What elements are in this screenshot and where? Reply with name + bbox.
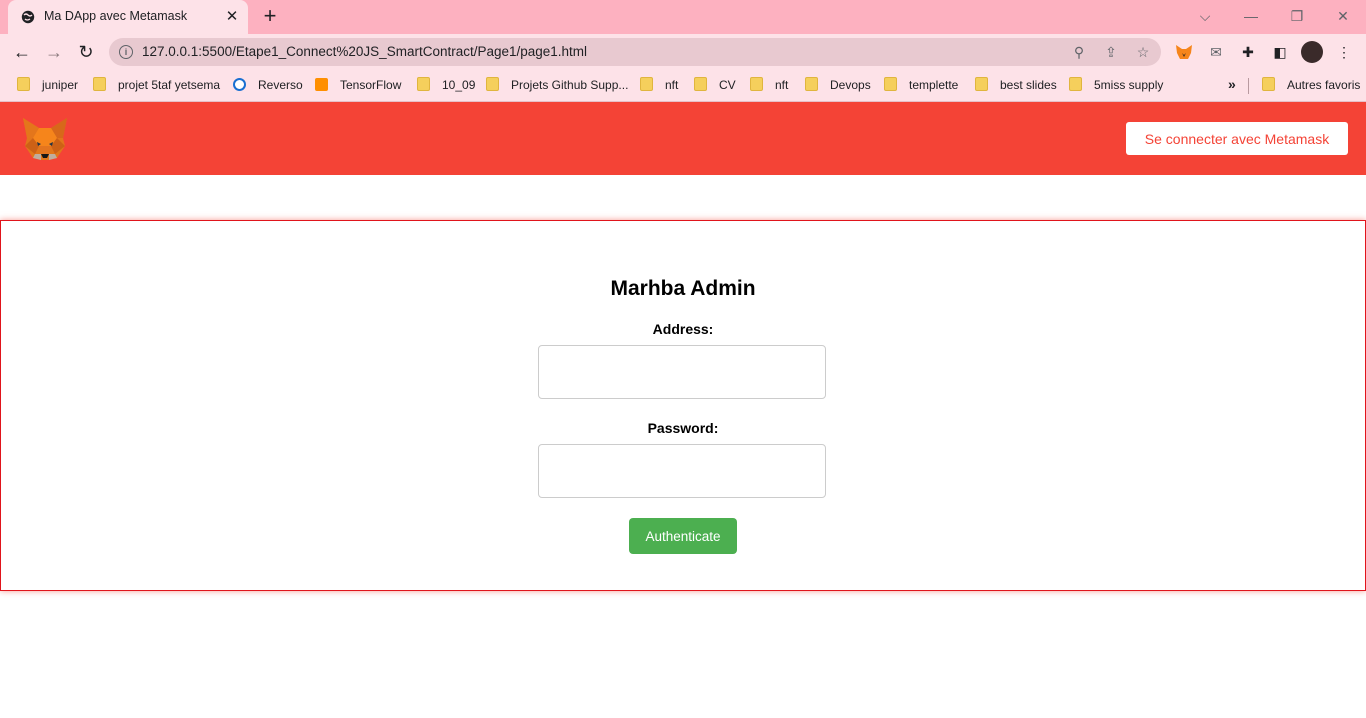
bookmark-item[interactable]: Projets Github Supp... <box>486 77 628 93</box>
folder-icon <box>975 77 988 91</box>
folder-icon <box>1069 77 1082 91</box>
metamask-extension-icon[interactable] <box>1173 41 1195 63</box>
folder-icon <box>640 77 653 91</box>
forward-icon[interactable]: → <box>42 40 66 64</box>
browser-toolbar: ← → ↻ i 127.0.0.1:5500/Etape1_Connect%20… <box>0 34 1366 70</box>
other-bookmarks[interactable]: Autres favoris <box>1262 77 1360 93</box>
close-window-icon[interactable]: ✕ <box>1333 6 1353 26</box>
extensions-puzzle-icon[interactable]: ✚ <box>1237 41 1259 63</box>
bookmark-item[interactable]: 5miss supply <box>1069 77 1163 93</box>
folder-icon <box>805 77 818 91</box>
bookmarks-divider <box>1248 78 1249 94</box>
site-info-icon[interactable]: i <box>119 45 133 59</box>
bookmark-item[interactable]: best slides <box>975 77 1057 93</box>
bookmark-item[interactable]: TensorFlow <box>315 77 401 93</box>
tab-title: Ma DApp avec Metamask <box>44 9 188 23</box>
share-icon[interactable]: ⇪ <box>1102 43 1120 61</box>
connect-metamask-button[interactable]: Se connecter avec Metamask <box>1126 122 1348 155</box>
folder-icon <box>1262 77 1275 91</box>
folder-icon <box>694 77 707 91</box>
bookmarks-overflow-button[interactable]: » <box>1228 76 1236 92</box>
mail-extension-icon[interactable]: ✉ <box>1205 41 1227 63</box>
bookmark-item[interactable]: Reverso <box>233 77 303 93</box>
profile-avatar[interactable] <box>1301 41 1323 63</box>
new-tab-button[interactable]: + <box>259 5 281 28</box>
metamask-fox-logo <box>23 118 67 160</box>
browser-menu-icon[interactable]: ⋮ <box>1333 41 1355 63</box>
login-card: Marhba Admin Address: Password: Authenti… <box>0 220 1366 591</box>
address-label: Address: <box>652 321 714 337</box>
reverso-icon <box>233 78 246 91</box>
bookmark-item[interactable]: nft <box>640 77 678 93</box>
page-title: Marhba Admin <box>610 277 756 300</box>
bookmark-item[interactable]: 10_09 <box>417 77 475 93</box>
password-label: Password: <box>647 420 719 436</box>
tab-search-icon[interactable]: ⌵ <box>1195 6 1215 26</box>
globe-icon <box>21 10 35 24</box>
bookmark-item[interactable]: juniper <box>17 77 78 93</box>
zoom-icon[interactable]: ⚲ <box>1070 43 1088 61</box>
bookmark-item[interactable]: Devops <box>805 77 871 93</box>
bookmark-item[interactable]: CV <box>694 77 736 93</box>
url-text[interactable]: 127.0.0.1:5500/Etape1_Connect%20JS_Smart… <box>142 44 587 59</box>
bookmark-item[interactable]: nft <box>750 77 788 93</box>
folder-icon <box>93 77 106 91</box>
folder-icon <box>750 77 763 91</box>
side-panel-icon[interactable]: ◧ <box>1269 41 1291 63</box>
folder-icon <box>884 77 897 91</box>
bookmarks-bar: juniper projet 5taf yetsema Reverso Tens… <box>0 70 1366 102</box>
password-input[interactable] <box>538 444 826 498</box>
authenticate-button[interactable]: Authenticate <box>629 518 737 554</box>
folder-icon <box>17 77 30 91</box>
address-input[interactable] <box>538 345 826 399</box>
reload-icon[interactable]: ↻ <box>74 40 98 64</box>
minimize-icon[interactable]: — <box>1241 6 1261 26</box>
bookmark-star-icon[interactable]: ☆ <box>1134 43 1152 61</box>
back-icon[interactable]: ← <box>10 40 34 64</box>
restore-icon[interactable]: ❐ <box>1287 6 1307 26</box>
folder-icon <box>417 77 430 91</box>
tensorflow-icon <box>315 78 328 91</box>
close-tab-icon[interactable]: ✕ <box>224 9 240 25</box>
app-header: Se connecter avec Metamask <box>0 102 1366 175</box>
bookmark-item[interactable]: templette <box>884 77 958 93</box>
browser-tabstrip: Ma DApp avec Metamask ✕ + ⌵ — ❐ ✕ <box>0 0 1366 34</box>
bookmark-item[interactable]: projet 5taf yetsema <box>93 77 220 93</box>
folder-icon <box>486 77 499 91</box>
address-bar[interactable]: i 127.0.0.1:5500/Etape1_Connect%20JS_Sma… <box>109 38 1161 66</box>
browser-tab[interactable]: Ma DApp avec Metamask ✕ <box>8 0 248 34</box>
